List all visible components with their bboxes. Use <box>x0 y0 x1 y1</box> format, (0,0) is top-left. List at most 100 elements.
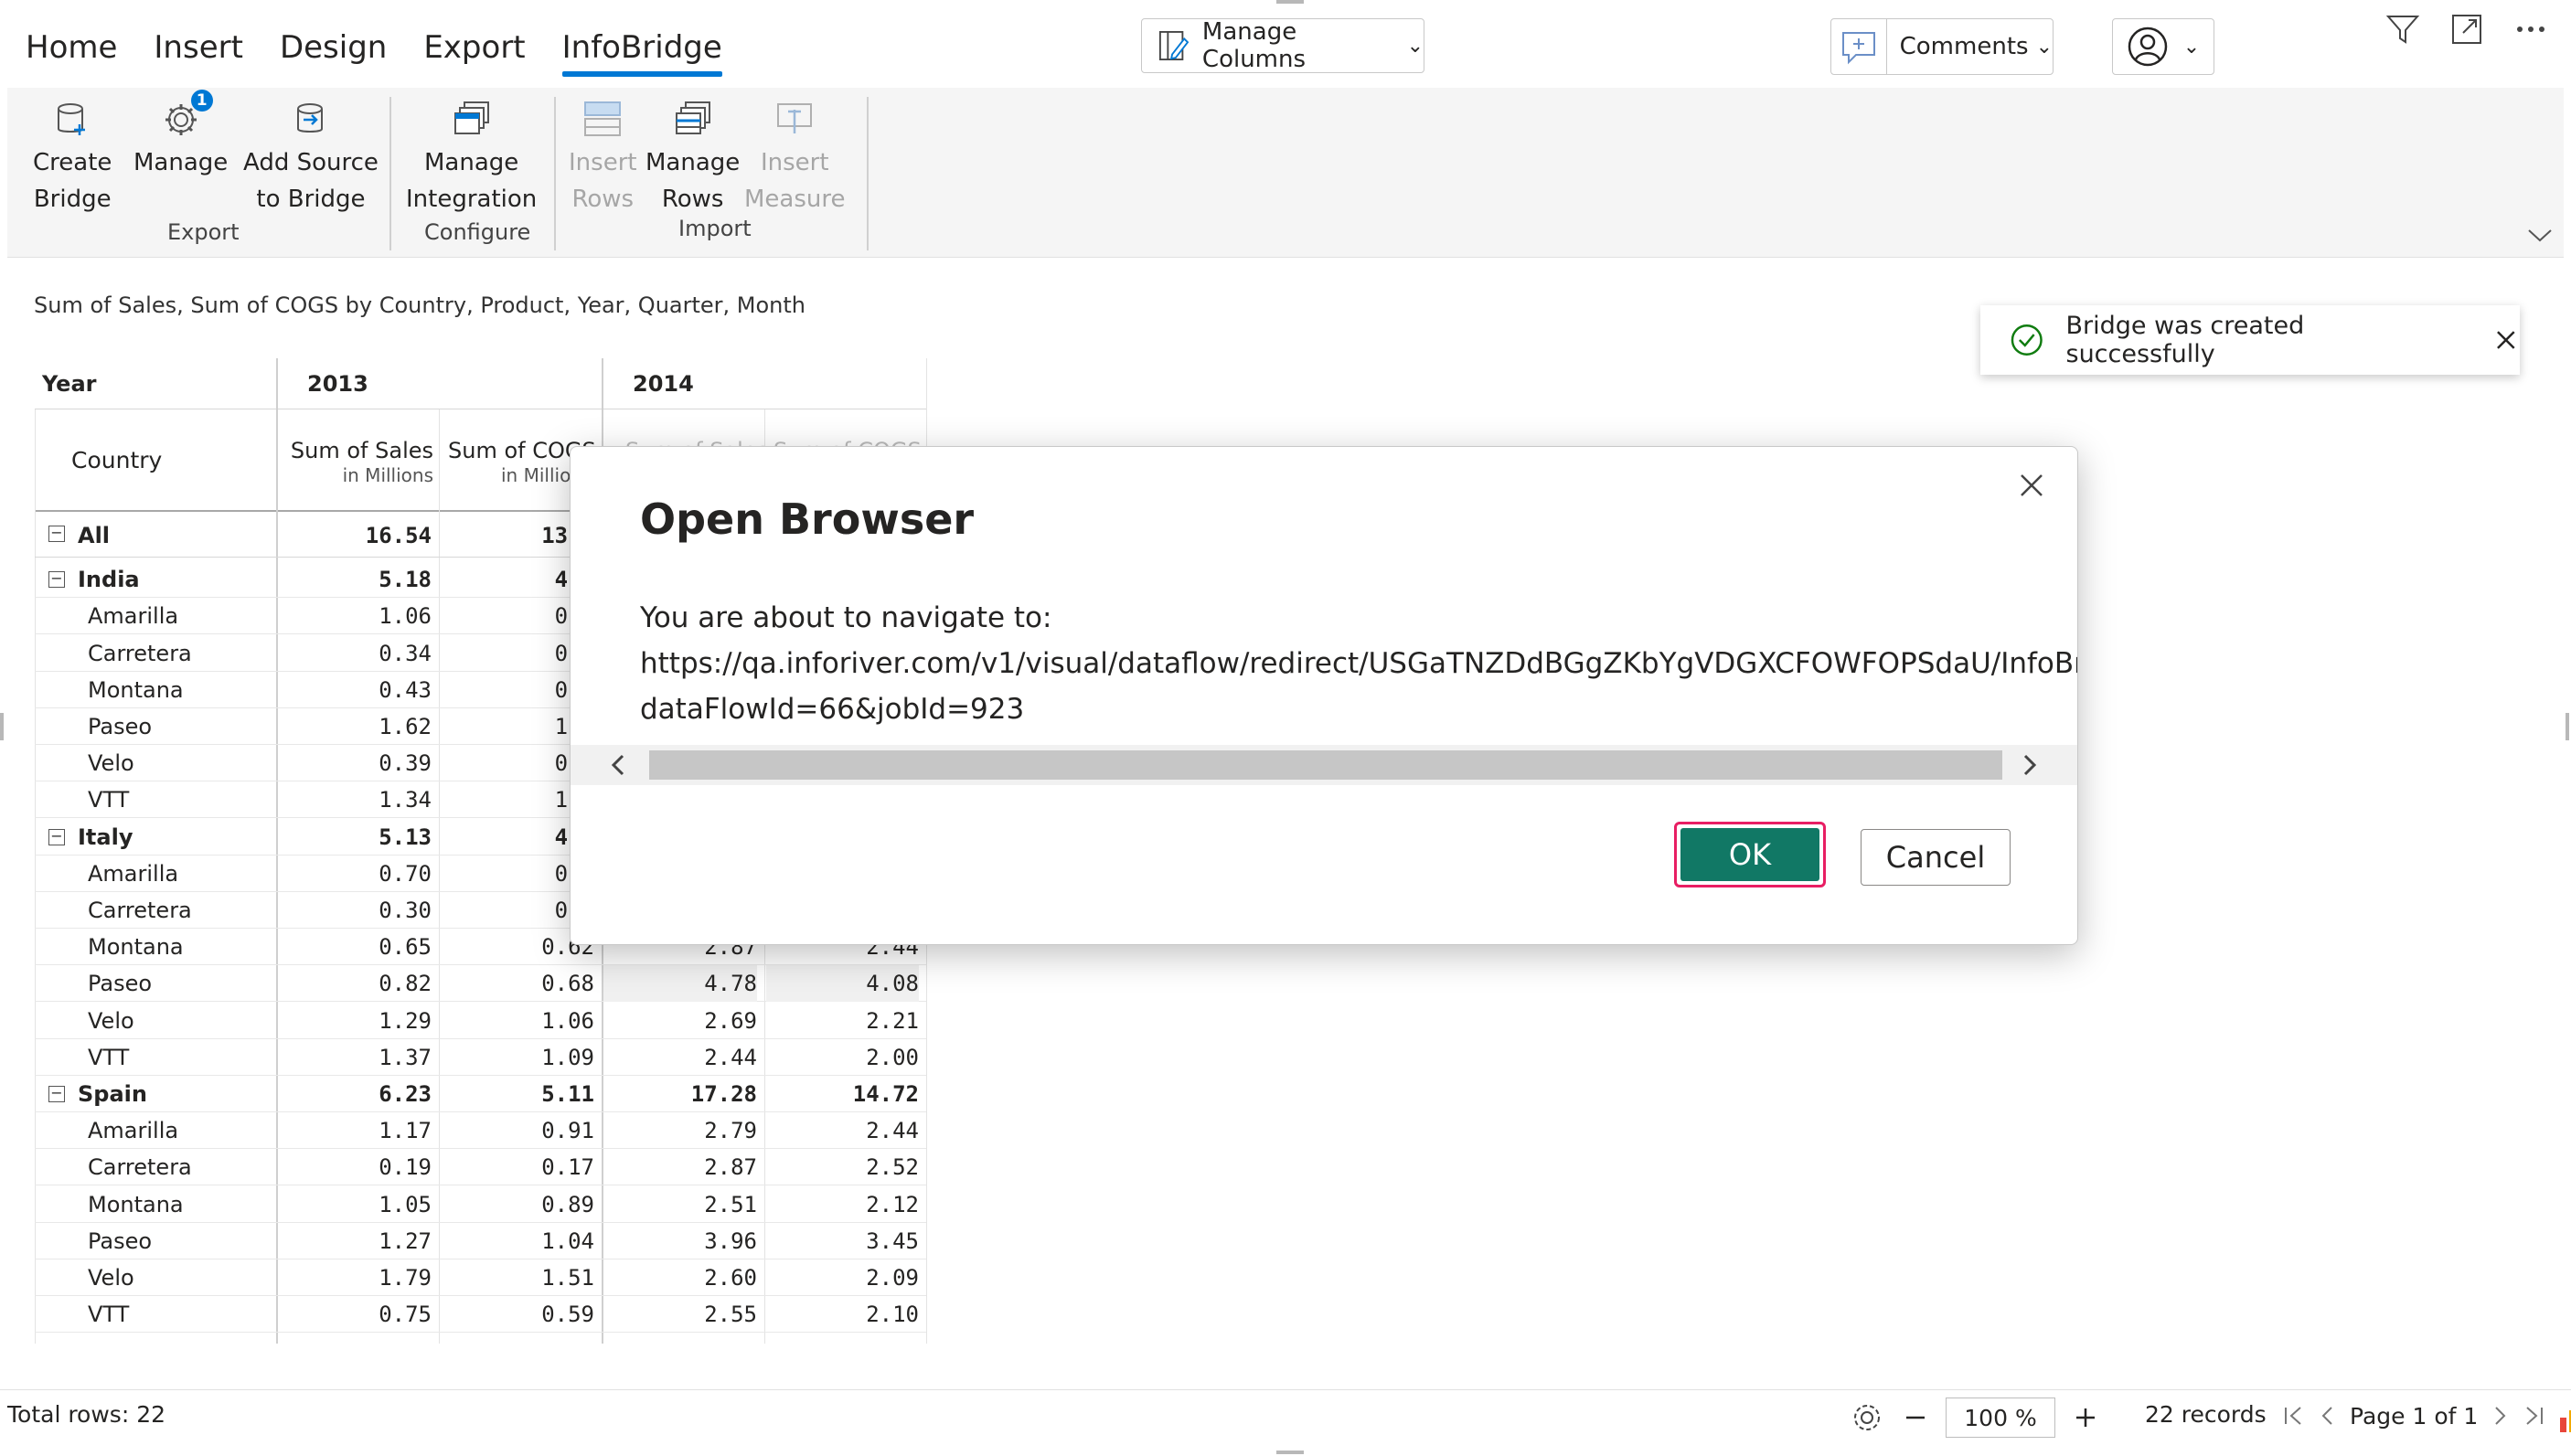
value-cell[interactable]: 4.78 <box>603 965 757 1002</box>
zoom-level-input[interactable]: 100 % <box>1946 1398 2055 1438</box>
insert-rows-button[interactable]: Insert Rows <box>569 95 637 218</box>
collapse-toggle-icon[interactable]: − <box>48 829 65 845</box>
value-cell[interactable]: 2.44 <box>766 1112 919 1149</box>
value-cell[interactable]: 2.21 <box>766 1003 919 1039</box>
value-cell[interactable]: 2.60 <box>603 1259 757 1296</box>
value-cell[interactable]: 17.28 <box>603 1076 757 1112</box>
first-page-icon[interactable] <box>2282 1402 2306 1429</box>
scrollbar-thumb[interactable] <box>649 750 2002 780</box>
value-cell[interactable]: 5.13 <box>278 819 432 856</box>
value-cell[interactable]: 2.55 <box>603 1296 757 1333</box>
value-cell[interactable]: 1.29 <box>278 1003 432 1039</box>
value-cell[interactable]: 1.09 <box>441 1039 594 1076</box>
value-cell[interactable]: 1.37 <box>278 1039 432 1076</box>
value-cell[interactable]: 6.23 <box>278 1076 432 1112</box>
value-cell[interactable]: 0.82 <box>278 965 432 1002</box>
resize-handle[interactable] <box>0 713 4 740</box>
value-cell[interactable]: 2.00 <box>766 1039 919 1076</box>
value-cell[interactable]: 3.96 <box>603 1223 757 1259</box>
value-cell[interactable]: 0.17 <box>441 1149 594 1185</box>
value-cell[interactable]: 2.69 <box>603 1003 757 1039</box>
insert-measure-button[interactable]: Insert Measure <box>744 95 846 218</box>
create-bridge-button[interactable]: Create Bridge <box>33 95 112 218</box>
tab-home[interactable]: Home <box>26 26 133 79</box>
value-cell[interactable]: 1.05 <box>278 1186 432 1223</box>
value-cell[interactable]: 5.18 <box>278 561 432 598</box>
collapse-toggle-icon[interactable]: − <box>48 1086 65 1102</box>
add-source-to-bridge-button[interactable]: Add Source to Bridge <box>243 95 379 218</box>
value-cell[interactable]: 0.68 <box>441 965 594 1002</box>
tab-export[interactable]: Export <box>423 26 540 79</box>
manage-rows-button[interactable]: Manage Rows <box>645 95 740 218</box>
value-cell[interactable]: 2.09 <box>766 1259 919 1296</box>
collapse-toggle-icon[interactable]: − <box>48 526 65 542</box>
zoom-in-icon[interactable] <box>2072 1404 2099 1431</box>
next-page-icon[interactable] <box>2491 1402 2509 1429</box>
value-cell[interactable]: 0.75 <box>278 1296 432 1333</box>
add-comment-button[interactable] <box>1831 19 1887 74</box>
value-cell[interactable]: 0.70 <box>278 856 432 892</box>
value-cell[interactable]: 2.52 <box>766 1149 919 1185</box>
settings-gear-icon[interactable] <box>1849 1399 1885 1436</box>
last-page-icon[interactable] <box>2522 1402 2545 1429</box>
value-cell[interactable]: 1.06 <box>441 1003 594 1039</box>
value-cell[interactable]: 14.72 <box>766 1076 919 1112</box>
measure-header[interactable]: Sum of Sales in Millions <box>276 409 439 512</box>
create-bridge-label-1: Create <box>33 149 112 176</box>
value-cell[interactable]: 16.54 <box>278 514 432 558</box>
manage-columns-button[interactable]: Manage Columns ⌄ <box>1141 18 1424 73</box>
manage-button[interactable]: 1 Manage <box>133 90 228 181</box>
value-cell[interactable]: 1.17 <box>278 1112 432 1149</box>
focus-mode-icon[interactable] <box>2447 9 2487 49</box>
scroll-right-icon[interactable] <box>2002 745 2057 785</box>
value-cell[interactable]: 1.04 <box>441 1223 594 1259</box>
value-cell[interactable]: 0.65 <box>278 929 432 965</box>
value-cell[interactable]: 4.08 <box>766 965 919 1002</box>
scroll-left-icon[interactable] <box>591 745 645 785</box>
zoom-out-icon[interactable] <box>1902 1404 1929 1431</box>
value-cell[interactable]: 0.43 <box>278 672 432 708</box>
collapse-toggle-icon[interactable]: − <box>48 571 65 588</box>
resize-handle[interactable] <box>1276 1451 1304 1454</box>
collapse-ribbon-chevron-icon[interactable] <box>2525 227 2555 249</box>
more-options-icon[interactable] <box>2511 9 2551 49</box>
value-cell[interactable]: 0.34 <box>278 635 432 672</box>
value-cell[interactable]: 2.87 <box>603 1149 757 1185</box>
value-cell[interactable]: 0.30 <box>278 892 432 929</box>
manage-integration-button[interactable]: Manage Integration <box>406 95 537 218</box>
value-cell[interactable]: 2.44 <box>603 1039 757 1076</box>
value-cell[interactable]: 1.34 <box>278 781 432 818</box>
filter-icon[interactable] <box>2383 9 2423 49</box>
year-2013-header[interactable]: 2013 <box>304 358 368 409</box>
dialog-close-button[interactable] <box>2010 463 2054 507</box>
user-profile-button[interactable]: ⌄ <box>2112 18 2214 75</box>
value-cell[interactable]: 1.79 <box>278 1259 432 1296</box>
cancel-button[interactable]: Cancel <box>1861 829 2011 886</box>
tab-infobridge[interactable]: InfoBridge <box>561 26 723 79</box>
value-cell[interactable]: 0.89 <box>441 1186 594 1223</box>
value-cell[interactable]: 0.59 <box>441 1296 594 1333</box>
resize-handle[interactable] <box>1276 0 1304 4</box>
year-2014-header[interactable]: 2014 <box>629 358 694 409</box>
horizontal-scrollbar[interactable] <box>571 745 2077 785</box>
value-cell[interactable]: 2.79 <box>603 1112 757 1149</box>
value-cell[interactable]: 5.11 <box>441 1076 594 1112</box>
value-cell[interactable]: 2.12 <box>766 1186 919 1223</box>
tab-design[interactable]: Design <box>280 26 402 79</box>
value-cell[interactable]: 1.51 <box>441 1259 594 1296</box>
value-cell[interactable]: 0.91 <box>441 1112 594 1149</box>
value-cell[interactable]: 2.10 <box>766 1296 919 1333</box>
value-cell[interactable]: 1.27 <box>278 1223 432 1259</box>
value-cell[interactable]: 1.62 <box>278 708 432 745</box>
comments-dropdown[interactable]: Comments ⌄ <box>1887 19 2053 74</box>
close-icon[interactable] <box>2492 326 2520 354</box>
value-cell[interactable]: 0.39 <box>278 745 432 781</box>
ok-button[interactable]: OK <box>1674 822 1826 887</box>
resize-handle[interactable] <box>2566 713 2569 740</box>
value-cell[interactable]: 1.06 <box>278 598 432 634</box>
value-cell[interactable]: 0.19 <box>278 1149 432 1185</box>
value-cell[interactable]: 3.45 <box>766 1223 919 1259</box>
previous-page-icon[interactable] <box>2319 1402 2337 1429</box>
value-cell[interactable]: 2.51 <box>603 1186 757 1223</box>
tab-insert[interactable]: Insert <box>154 26 259 79</box>
